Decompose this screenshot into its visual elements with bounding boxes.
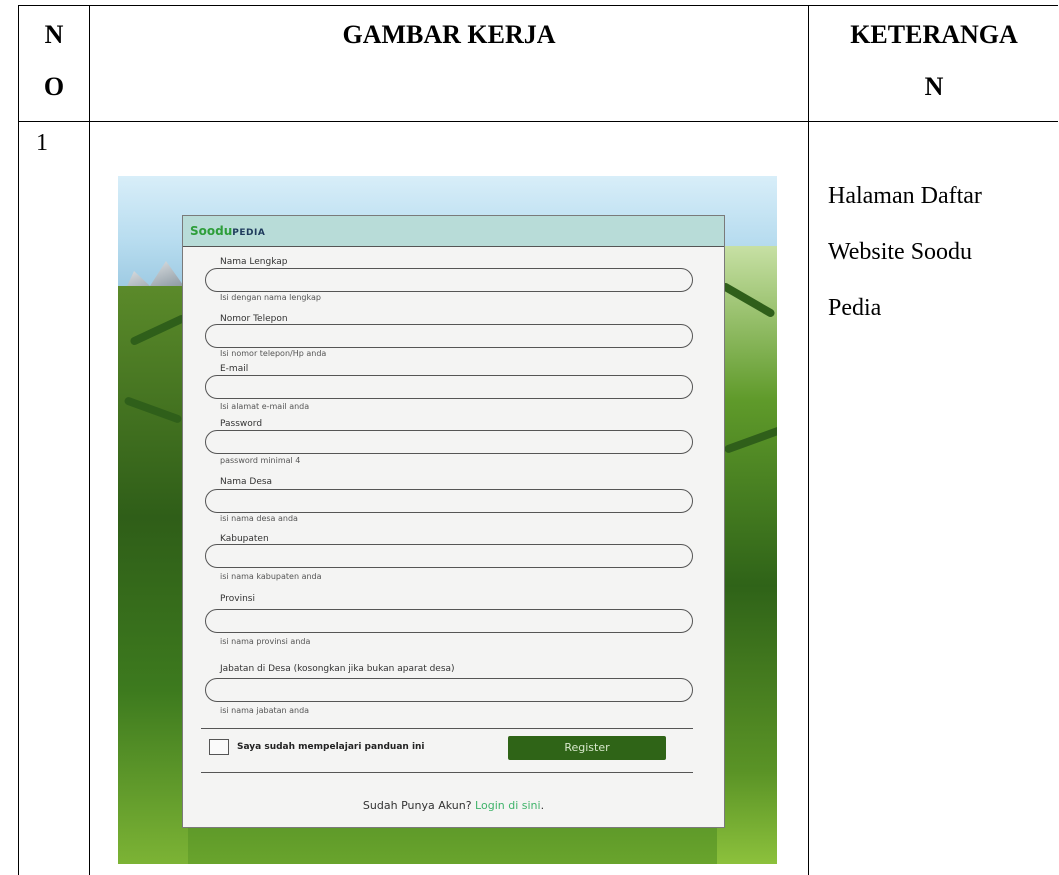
table-border-top (18, 5, 1058, 6)
nomor-telepon-input[interactable] (205, 324, 693, 348)
kabupaten-input[interactable] (205, 544, 693, 568)
field-label-nama-desa: Nama Desa (220, 477, 273, 487)
field-label-kabupaten: Kabupaten (220, 534, 269, 544)
field-label-nama-lengkap: Nama Lengkap (220, 257, 288, 267)
agree-label: Saya sudah mempelajari panduan ini (237, 742, 425, 752)
field-label-password: Password (220, 419, 263, 429)
login-link[interactable]: Login di sini (475, 799, 541, 812)
brand-logo: SooduPEDIA (190, 224, 265, 238)
keterangan-line-1: Halaman Daftar (828, 183, 982, 209)
login-prompt: Sudah Punya Akun? Login di sini. (183, 799, 724, 812)
field-hint-password: password minimal 4 (220, 456, 301, 465)
palm-trees-right (717, 246, 777, 864)
header-keterangan-line2: N (924, 72, 944, 101)
row-number: 1 (36, 130, 48, 156)
table-col-divider-2 (808, 5, 809, 875)
table-border-left (18, 5, 19, 875)
register-form-panel: SooduPEDIA Nama Lengkap Isi dengan nama … (182, 215, 725, 828)
header-no-line1: N (44, 20, 64, 49)
keterangan-line-2: Website Soodu (828, 239, 973, 265)
palm-trees-left (118, 286, 188, 864)
register-button[interactable]: Register (508, 736, 666, 760)
provinsi-input[interactable] (205, 609, 693, 633)
field-hint-email: Isi alamat e-mail anda (220, 402, 310, 411)
email-input[interactable] (205, 375, 693, 399)
field-label-nomor-telepon: Nomor Telepon (220, 314, 288, 324)
field-label-provinsi: Provinsi (220, 594, 255, 604)
field-hint-provinsi: isi nama provinsi anda (220, 637, 311, 646)
brand-suffix: PEDIA (232, 228, 266, 238)
field-hint-nomor-telepon: Isi nomor telepon/Hp anda (220, 349, 327, 358)
header-keterangan-line1: KETERANGA (850, 20, 1018, 49)
agree-checkbox[interactable] (209, 739, 229, 755)
brand-main: Soodu (190, 224, 233, 238)
table-col-divider-1 (89, 5, 90, 875)
form-header-bar: SooduPEDIA (183, 216, 724, 247)
form-divider-top (201, 728, 693, 729)
header-no-line2: O (43, 72, 65, 101)
field-label-jabatan-desa: Jabatan di Desa (kosongkan jika bukan ap… (220, 664, 455, 674)
password-input[interactable] (205, 430, 693, 454)
keterangan-line-3: Pedia (828, 295, 882, 321)
field-hint-kabupaten: isi nama kabupaten anda (220, 572, 322, 581)
login-prompt-period: . (540, 799, 545, 812)
field-label-email: E-mail (220, 364, 249, 374)
field-hint-jabatan-desa: isi nama jabatan anda (220, 706, 310, 715)
field-hint-nama-lengkap: Isi dengan nama lengkap (220, 293, 321, 302)
form-divider-bottom (201, 772, 693, 773)
nama-desa-input[interactable] (205, 489, 693, 513)
login-prompt-text: Sudah Punya Akun? (362, 799, 472, 812)
header-gambar-kerja: GAMBAR KERJA (342, 20, 556, 49)
jabatan-desa-input[interactable] (205, 678, 693, 702)
nama-lengkap-input[interactable] (205, 268, 693, 292)
table-header-divider (18, 121, 1058, 122)
field-hint-nama-desa: isi nama desa anda (220, 514, 298, 523)
